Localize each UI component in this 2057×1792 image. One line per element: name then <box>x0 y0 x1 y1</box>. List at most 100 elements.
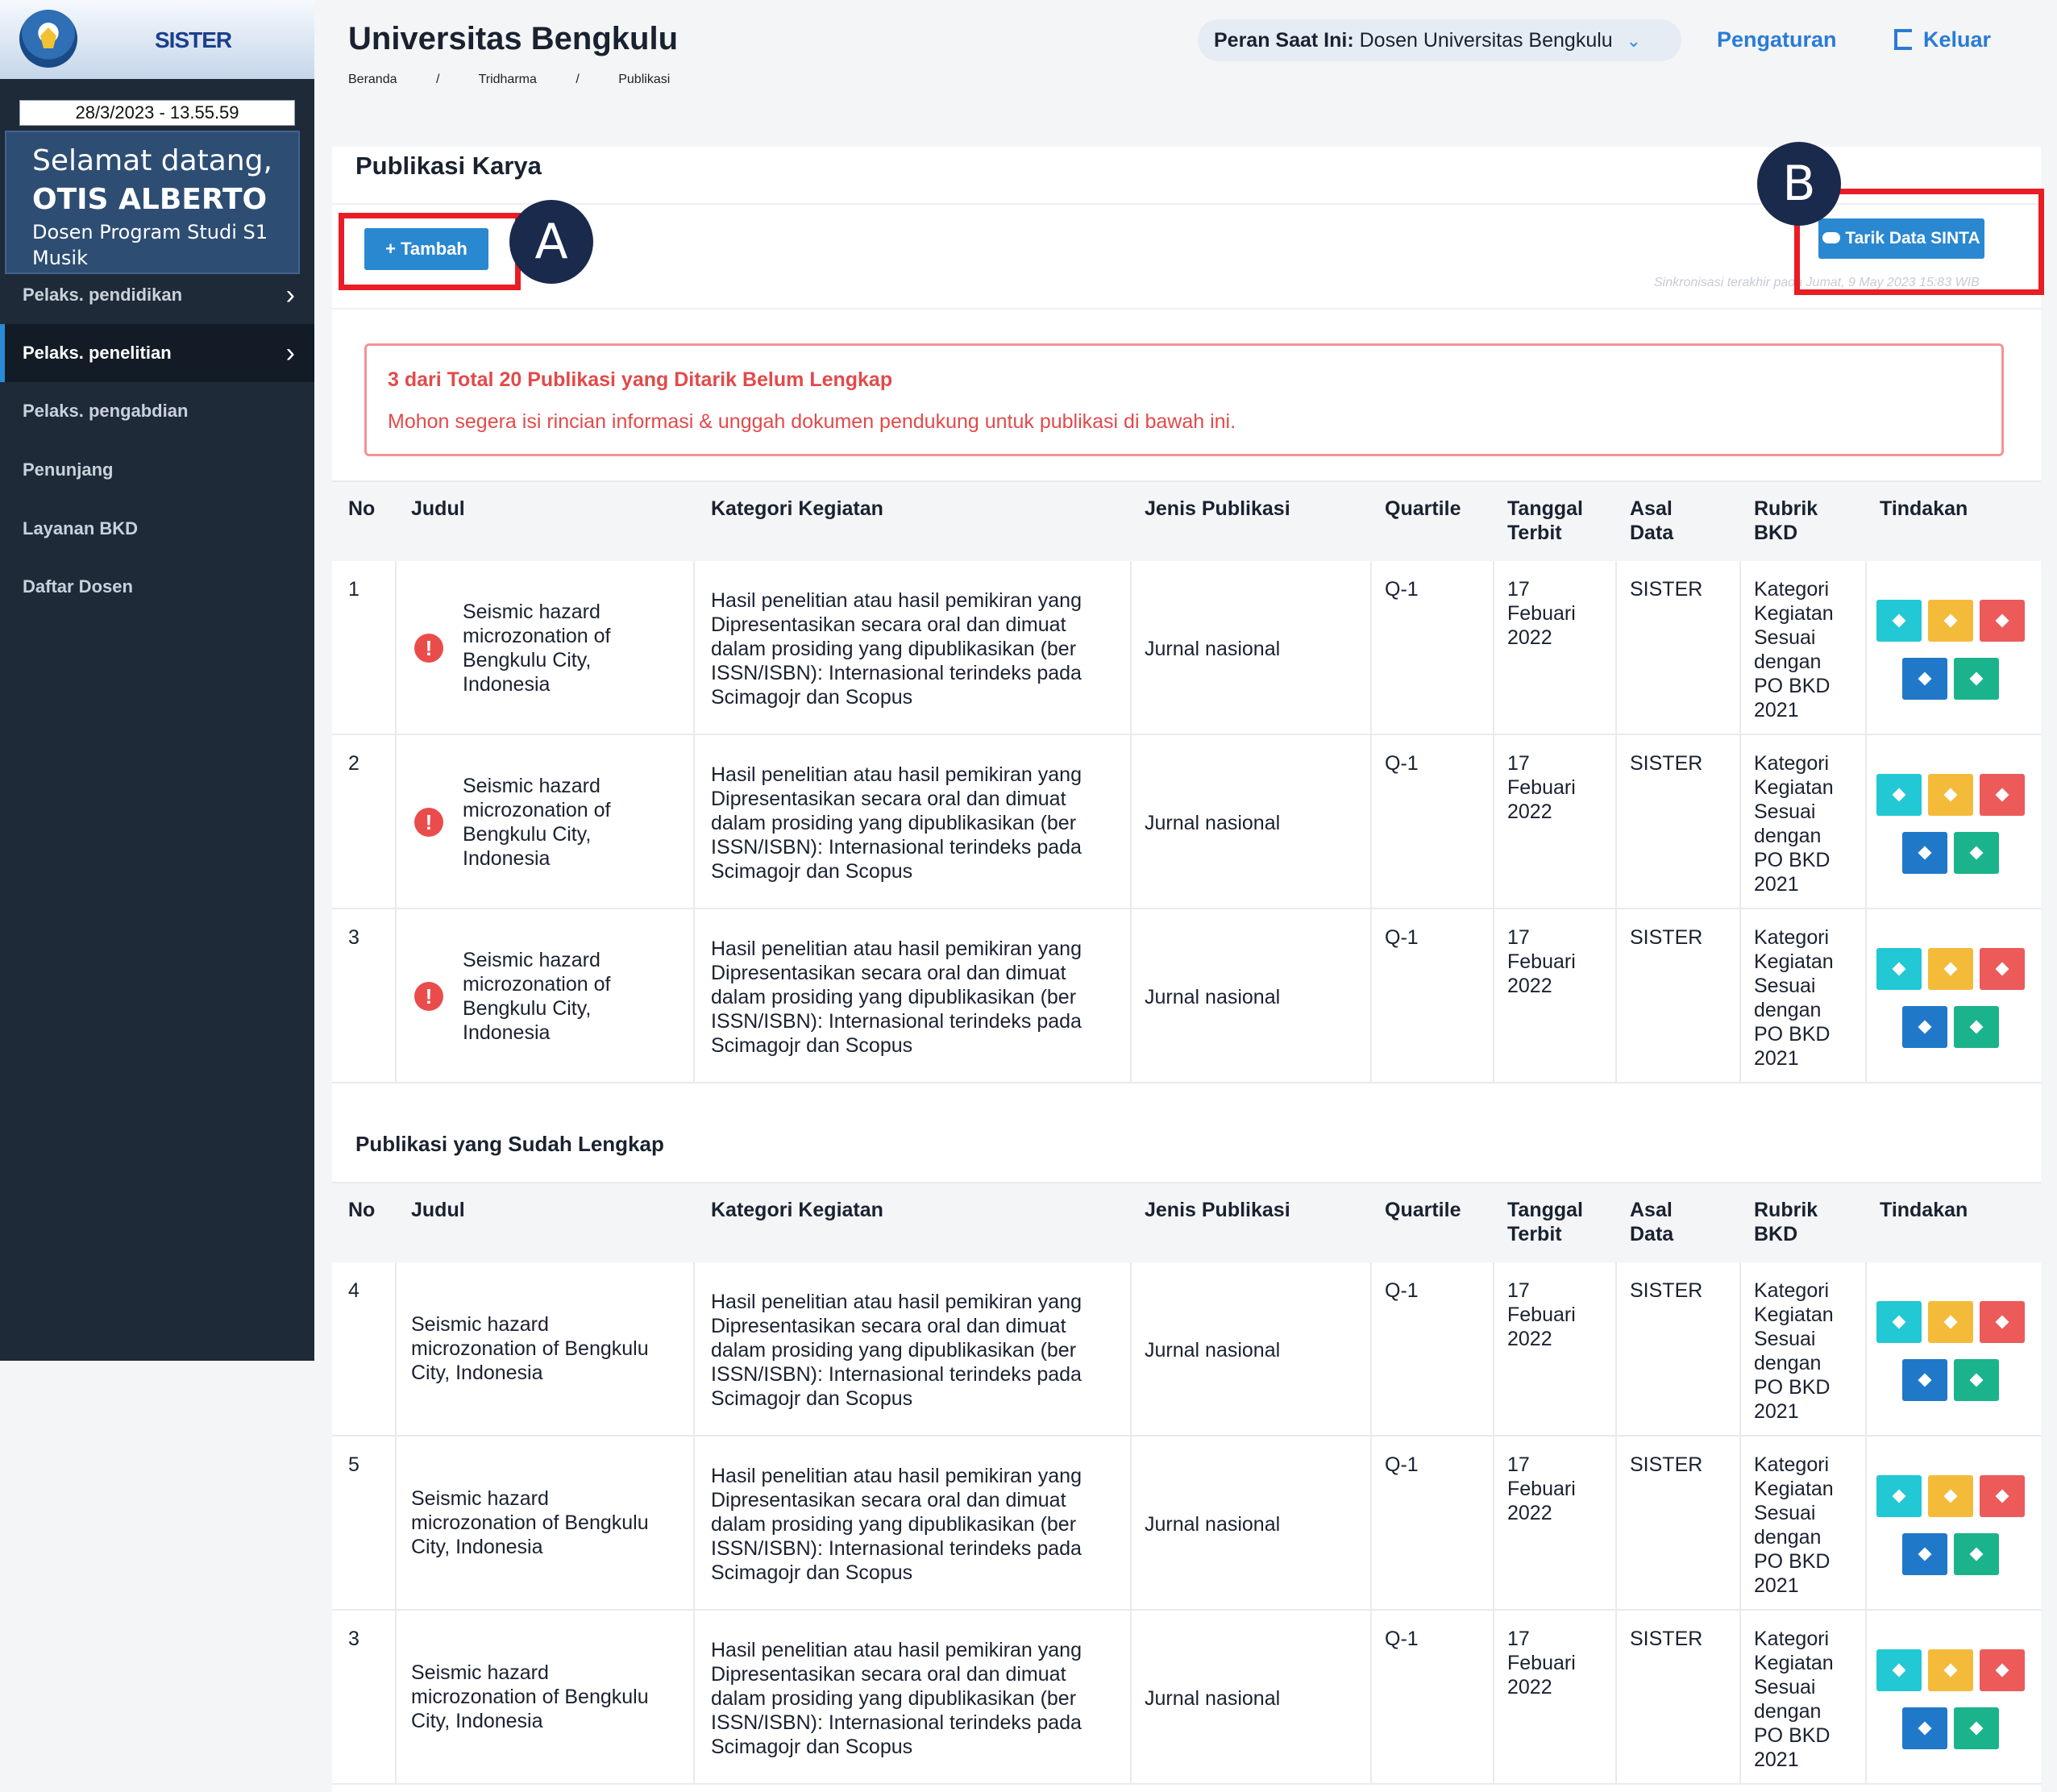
column-divider <box>1493 1437 1494 1609</box>
text-line: Scimagojr dan Scopus <box>711 686 913 709</box>
verify-button[interactable] <box>1954 1359 1999 1401</box>
delete-button[interactable] <box>1980 1475 2025 1517</box>
role-selector[interactable]: Peran Saat Ini: Dosen Universitas Bengku… <box>1198 19 1681 61</box>
text-line: dalam prosiding yang dipublikasikan (ber <box>711 812 1077 834</box>
publication-title[interactable]: Seismic hazard microzonation of Bengkulu C… <box>463 774 610 871</box>
view-button[interactable] <box>1876 1649 1922 1691</box>
text-line: dalam prosiding yang dipublikasikan (ber <box>711 986 1077 1008</box>
upload-button[interactable] <box>1902 658 1947 700</box>
delete-button[interactable] <box>1980 1649 2025 1691</box>
text-line: Kegiatan <box>1754 1303 1834 1326</box>
incomplete-alert: 3 dari Total 20 Publikasi yang Ditarik B… <box>364 343 2004 456</box>
view-button[interactable] <box>1876 774 1922 816</box>
publication-type: Jurnal nasional <box>1145 812 1281 834</box>
col-kategori: Kategori Kegiatan <box>711 497 883 520</box>
edit-button[interactable] <box>1928 1475 1973 1517</box>
publication-title[interactable]: Seismic hazard microzonation of Bengkulu C… <box>463 948 610 1045</box>
sidebar-item-label: Daftar Dosen <box>23 576 133 597</box>
bkd-rubric: Kategori Kegiatan Sesuai dengan PO BKD 2021 <box>1754 1453 1834 1598</box>
chevron-right-icon: › <box>285 280 295 310</box>
text-line: Bengkulu City, <box>463 997 592 1020</box>
settings-link[interactable]: Pengaturan <box>1717 27 1837 52</box>
sidebar-item-penunjang[interactable]: Penunjang <box>0 441 314 499</box>
view-button[interactable] <box>1876 600 1922 642</box>
view-button[interactable] <box>1876 1475 1922 1517</box>
verify-button[interactable] <box>1954 1006 1999 1048</box>
text-line: ISSN/ISBN): Internasional terindeks pada <box>711 1537 1082 1560</box>
welcome-panel: Selamat datang, OTIS ALBERTO Dosen Progr… <box>5 131 300 274</box>
column-divider <box>1615 735 1617 908</box>
text-line: Kategori <box>1754 926 1830 949</box>
col-tanggal: Tanggal Terbit <box>1507 1199 1583 1245</box>
verify-button[interactable] <box>1954 1533 1999 1575</box>
publication-title[interactable]: Seismic hazard microzonation of Bengkulu C… <box>411 1661 649 1733</box>
column-divider <box>1370 735 1372 908</box>
column-divider <box>1615 1611 1617 1783</box>
upload-button[interactable] <box>1902 1359 1947 1401</box>
text-line: Dipresentasikan secara oral dan dimuat <box>711 1315 1066 1337</box>
sidebar-item-label: Pelaks. pendidikan <box>23 285 183 305</box>
text-line: Febuari <box>1507 602 1576 625</box>
app-brand[interactable]: SISTER <box>155 27 232 53</box>
edit-button[interactable] <box>1928 774 1973 816</box>
text-line: Sesuai <box>1754 800 1816 823</box>
sidebar-item-pendidikan[interactable]: Pelaks. pendidikan › <box>0 266 314 324</box>
text-line: Scimagojr dan Scopus <box>711 1034 913 1057</box>
upload-button[interactable] <box>1902 1006 1947 1048</box>
breadcrumb-tridharma[interactable]: Tridharma <box>479 73 537 86</box>
column-divider <box>1865 1437 1867 1609</box>
upload-button[interactable] <box>1902 1707 1947 1749</box>
sidebar-item-daftar-dosen[interactable]: Daftar Dosen <box>0 558 314 616</box>
text-line: dengan <box>1754 825 1822 847</box>
column-divider <box>693 1262 695 1435</box>
breadcrumb-beranda[interactable]: Beranda <box>348 73 397 86</box>
text-line: Kegiatan <box>1754 602 1834 625</box>
sidebar-item-penelitian[interactable]: Pelaks. penelitian › <box>0 324 314 382</box>
delete-button[interactable] <box>1980 1301 2025 1343</box>
publication-type: Jurnal nasional <box>1145 986 1281 1008</box>
verify-button[interactable] <box>1954 832 1999 874</box>
sidebar-item-pengabdian[interactable]: Pelaks. pengabdian <box>0 382 314 440</box>
col-no: No <box>348 1199 376 1221</box>
logout-link[interactable]: Keluar <box>1894 27 1991 52</box>
verify-button[interactable] <box>1954 1707 1999 1749</box>
datetime-display: 28/3/2023 - 13.55.59 <box>19 100 295 126</box>
upload-button[interactable] <box>1902 1533 1947 1575</box>
verify-button[interactable] <box>1954 658 1999 700</box>
delete-button[interactable] <box>1980 948 2025 990</box>
publication-title[interactable]: Seismic hazard microzonation of Bengkulu C… <box>411 1312 649 1385</box>
edit-button[interactable] <box>1928 948 1973 990</box>
edit-button[interactable] <box>1928 1301 1973 1343</box>
publish-date: 17 Febuari 2022 <box>1507 1627 1576 1699</box>
publish-date: 17 Febuari 2022 <box>1507 751 1576 824</box>
activity-category: Hasil penelitian atau hasil pemikiran ya… <box>711 588 1082 709</box>
sidebar-header: SISTER <box>0 0 314 79</box>
text-line: 17 <box>1507 1279 1530 1302</box>
data-source: SISTER <box>1630 578 1703 601</box>
text-line: dengan <box>1754 1526 1822 1549</box>
text-line: microzonation of <box>463 973 611 996</box>
text-line: Seismic hazard <box>411 1487 549 1510</box>
sidebar-item-label: Penunjang <box>23 459 114 480</box>
publication-title[interactable]: Seismic hazard microzonation of Bengkulu C… <box>411 1486 649 1559</box>
column-divider <box>1865 561 1867 734</box>
edit-button[interactable] <box>1928 600 1973 642</box>
quartile: Q-1 <box>1385 752 1419 775</box>
publication-title[interactable]: Seismic hazard microzonation of Bengkulu C… <box>463 600 610 696</box>
delete-button[interactable] <box>1980 600 2025 642</box>
edit-button[interactable] <box>1928 1649 1973 1691</box>
marker-a: A <box>509 200 593 284</box>
text-line: Kegiatan <box>1754 1478 1834 1500</box>
marker-b: B <box>1757 142 1841 226</box>
text-line: 2021 <box>1754 873 1799 896</box>
delete-button[interactable] <box>1980 774 2025 816</box>
column-divider <box>1370 561 1372 734</box>
sidebar-item-layanan-bkd[interactable]: Layanan BKD <box>0 500 314 558</box>
view-button[interactable] <box>1876 948 1922 990</box>
column-divider <box>395 1437 397 1609</box>
quartile: Q-1 <box>1385 1279 1419 1302</box>
view-button[interactable] <box>1876 1301 1922 1343</box>
quartile: Q-1 <box>1385 1628 1419 1650</box>
upload-button[interactable] <box>1902 832 1947 874</box>
column-divider <box>693 1611 695 1783</box>
